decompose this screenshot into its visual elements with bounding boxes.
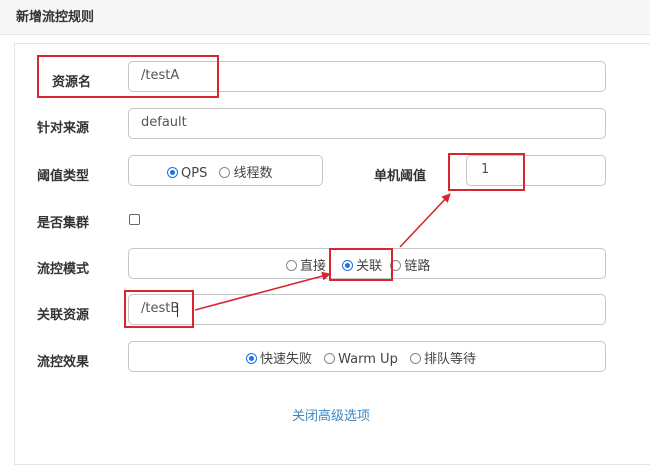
arrow-to-threshold bbox=[399, 193, 451, 248]
annotation-arrows bbox=[194, 193, 451, 311]
arrow-to-relate bbox=[194, 271, 331, 311]
